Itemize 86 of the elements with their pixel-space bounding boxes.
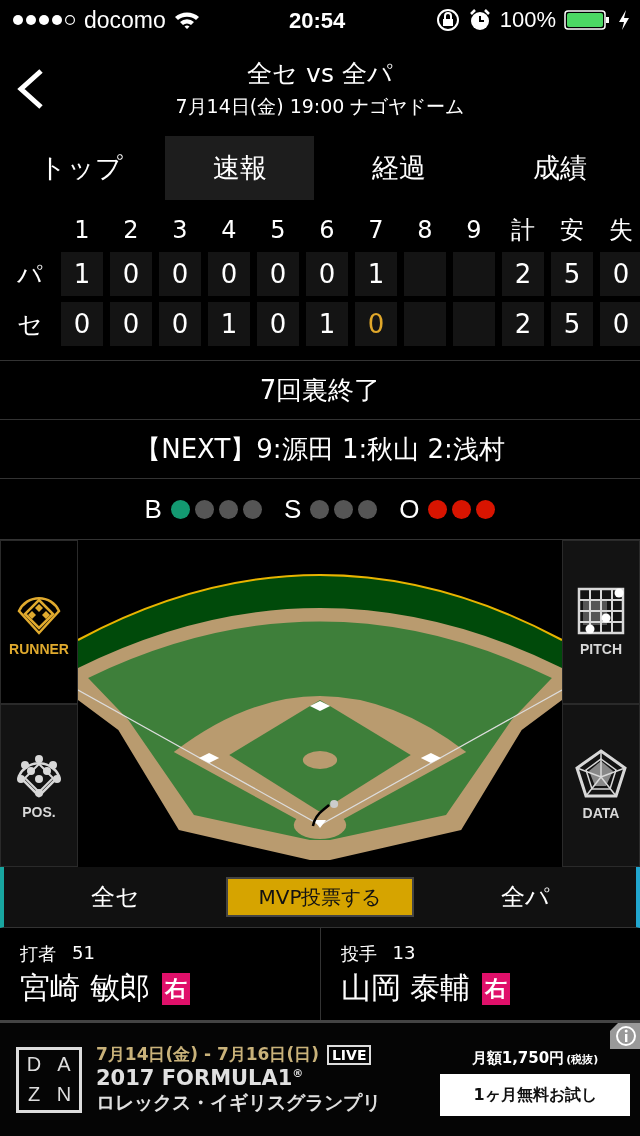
- player-name: 宮崎 敏郎: [20, 969, 150, 1007]
- handedness-badge: 右: [161, 972, 190, 1005]
- wifi-icon: [173, 10, 200, 30]
- team-name: 全パ: [499, 882, 551, 913]
- column-header: 1: [73, 215, 91, 246]
- logo-letter: N: [56, 1083, 72, 1106]
- grid-icon: [577, 586, 625, 635]
- score-cell: 0: [159, 252, 201, 296]
- button-label: RUNNER: [9, 640, 69, 657]
- team-label: パ: [16, 258, 44, 291]
- charging-icon: [618, 9, 630, 31]
- ad-title: 2017 FORMULA1$^{®}$: [96, 1066, 305, 1090]
- score-cell: 0: [110, 252, 152, 296]
- radar-chart-icon: [575, 749, 627, 800]
- runner-view-button[interactable]: RUNNER: [0, 540, 78, 704]
- game-title: 全セ vs 全パ: [247, 57, 393, 90]
- column-header: 安: [559, 215, 585, 246]
- button-label: POS.: [22, 804, 56, 821]
- pos-view-button[interactable]: POS.: [0, 703, 78, 867]
- player-number: 13: [392, 942, 416, 965]
- game-date-venue: 7月14日(金) 19:00 ナゴヤドーム: [175, 93, 465, 119]
- column-header: 8: [416, 215, 434, 246]
- signal-icon: [12, 14, 76, 26]
- score-cell: 0: [600, 252, 640, 296]
- column-header: 2: [122, 215, 140, 246]
- score-cell: 0: [159, 302, 201, 346]
- mvp-vote-button[interactable]: MVP投票する: [226, 877, 414, 917]
- score-cell: 0: [257, 252, 299, 296]
- score-cell: 1: [208, 302, 250, 346]
- team-name: 全セ: [89, 882, 141, 913]
- rotation-lock-icon: [435, 8, 460, 32]
- ad-price: 月額1,750円: [471, 1049, 565, 1068]
- button-label: PITCH: [580, 640, 622, 657]
- count-label: B: [144, 493, 162, 525]
- column-header: 計: [510, 215, 536, 246]
- button-label: DATA: [582, 805, 620, 822]
- player-number: 51: [72, 942, 95, 965]
- column-header: 5: [269, 215, 287, 246]
- score-cell: 1: [355, 252, 397, 296]
- pitch-view-button[interactable]: PITCH: [562, 540, 640, 704]
- ad-subtitle: ロレックス・イギリスグランプリ: [96, 1090, 381, 1115]
- clock-time: 20:54: [289, 8, 346, 34]
- column-header: 6: [318, 215, 336, 246]
- data-view-button[interactable]: DATA: [562, 703, 640, 867]
- battery-icon: [564, 9, 610, 31]
- tab[interactable]: トップ: [6, 136, 155, 200]
- carrier-name: docomo: [84, 6, 166, 34]
- column-header: 7: [367, 215, 385, 246]
- free-trial-button[interactable]: 1ヶ月無料お試し: [440, 1074, 630, 1116]
- ad-dates: 7月14日(金) - 7月16日(日): [96, 1043, 319, 1066]
- score-cell: 0: [257, 302, 299, 346]
- score-cell: 1: [306, 302, 348, 346]
- score-cell: 0: [355, 302, 397, 346]
- column-header: 4: [220, 215, 238, 246]
- count-label: S: [283, 493, 302, 525]
- score-cell: 5: [551, 252, 593, 296]
- logo-letter: A: [57, 1053, 71, 1076]
- score-cell: 1: [61, 252, 103, 296]
- logo-letter: D: [26, 1053, 42, 1076]
- battery-percent: 100%: [499, 7, 556, 33]
- score-cell: 2: [502, 302, 544, 346]
- logo-letter: Z: [27, 1083, 41, 1106]
- column-header: 失: [608, 215, 634, 246]
- tax-note: (税抜): [566, 1052, 599, 1067]
- score-cell: 0: [600, 302, 640, 346]
- tab[interactable]: 経過: [324, 136, 473, 200]
- column-header: 3: [171, 215, 189, 246]
- tab[interactable]: 成績: [485, 136, 634, 200]
- handedness-badge: 右: [482, 972, 511, 1005]
- player-name: 山岡 泰輔: [340, 969, 471, 1007]
- score-cell: 0: [110, 302, 152, 346]
- column-header: 9: [465, 215, 483, 246]
- score-cell: 0: [61, 302, 103, 346]
- tab[interactable]: 速報: [165, 136, 314, 200]
- info-icon[interactable]: [610, 1023, 640, 1049]
- score-cell: 0: [208, 252, 250, 296]
- score-cell: 2: [502, 252, 544, 296]
- player-role: 投手: [340, 942, 377, 966]
- count-label: O: [399, 493, 420, 525]
- team-label: セ: [16, 308, 44, 341]
- score-cell: 5: [551, 302, 593, 346]
- player-role: 打者: [20, 942, 56, 966]
- score-cell: 0: [306, 252, 348, 296]
- live-badge: LIVE: [326, 1044, 372, 1065]
- inning-status: 7回裏終了: [0, 360, 640, 419]
- next-batters: 【NEXT】9:源田 1:秋山 2:浅村: [0, 419, 640, 478]
